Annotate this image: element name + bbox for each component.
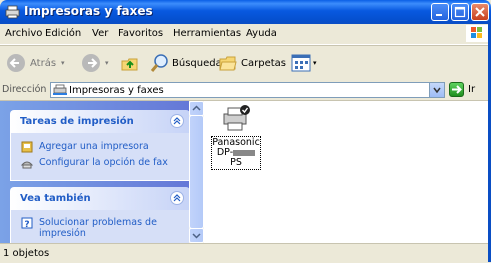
up-folder-icon <box>121 58 138 71</box>
troubleshoot-printing-link[interactable]: ? Solucionar problemas de impresión <box>21 217 171 239</box>
menu-ver[interactable]: Ver <box>92 28 108 39</box>
see-also-header[interactable]: Vea también <box>10 187 190 210</box>
see-also-title: Vea también <box>20 193 91 204</box>
add-printer-icon <box>21 141 33 153</box>
default-printer-icon <box>223 105 250 131</box>
address-bar: Dirección Impresoras y faxes Ir <box>0 80 491 101</box>
add-printer-link[interactable]: Agregar una impresora <box>21 141 149 153</box>
toolbar: Atrás ▾ ▾ Búsqueda Carpetas ▾ <box>0 45 491 81</box>
help-icon: ? <box>21 217 33 229</box>
back-label: Atrás <box>30 57 57 69</box>
window-title: Impresoras y faxes <box>24 4 153 18</box>
go-button[interactable] <box>449 82 464 97</box>
printer-tasks-title: Tareas de impresión <box>20 116 134 127</box>
printer-tasks-body: Agregar una impresora Configurar la opci… <box>10 133 190 181</box>
file-view[interactable]: Panasonic DP-PS <box>204 101 488 243</box>
printer-folder-icon <box>5 5 20 19</box>
scroll-down-button[interactable] <box>189 228 204 243</box>
address-value: Impresoras y faxes <box>69 85 164 96</box>
printer-tasks-panel: Tareas de impresión Agregar una impresor… <box>10 110 190 181</box>
collapse-chevron-icon[interactable] <box>170 114 184 128</box>
see-also-panel: Vea también ? Solucionar problemas de im… <box>10 187 190 243</box>
svg-text:?: ? <box>24 220 29 229</box>
chevron-down-icon <box>433 87 441 94</box>
forward-button[interactable]: ▾ <box>81 53 109 73</box>
menu-herramientas[interactable]: Herramientas <box>173 28 241 39</box>
collapse-chevron-icon[interactable] <box>170 191 184 205</box>
configure-fax-link[interactable]: Configurar la opción de fax <box>21 157 168 169</box>
printer-item[interactable]: Panasonic DP-PS <box>207 103 263 170</box>
explorer-window: Impresoras y faxes Archivo Edición Ver F… <box>0 0 491 263</box>
printer-name-label: Panasonic DP-PS <box>211 136 261 170</box>
configure-fax-label: Configurar la opción de fax <box>39 157 168 168</box>
search-icon <box>150 54 168 72</box>
troubleshoot-printing-label: Solucionar problemas de impresión <box>39 217 157 239</box>
printers-folder-icon <box>53 84 67 95</box>
printer-name-suffix: PS <box>230 157 242 168</box>
printer-name-line2: DP-PS <box>212 148 260 168</box>
back-arrow-icon <box>7 54 25 72</box>
menu-favoritos[interactable]: Favoritos <box>118 28 163 39</box>
go-arrow-icon <box>452 85 462 94</box>
maximize-icon <box>454 6 466 18</box>
chevron-down-icon <box>192 233 201 239</box>
close-icon <box>475 7 485 17</box>
status-bar: 1 objetos <box>0 243 488 263</box>
minimize-icon <box>436 14 442 16</box>
printer-tasks-header[interactable]: Tareas de impresión <box>10 110 190 133</box>
fax-icon <box>21 161 33 169</box>
go-label[interactable]: Ir <box>468 84 475 95</box>
folders-button[interactable]: Carpetas <box>218 53 286 73</box>
scroll-thumb[interactable] <box>189 115 204 229</box>
forward-dropdown-icon: ▾ <box>105 59 109 67</box>
views-dropdown-icon: ▾ <box>313 59 317 67</box>
forward-arrow-icon <box>82 54 100 72</box>
see-also-body: ? Solucionar problemas de impresión <box>10 210 190 243</box>
search-button[interactable]: Búsqueda <box>150 53 222 73</box>
back-button[interactable]: Atrás ▾ <box>6 53 65 73</box>
scroll-up-button[interactable] <box>189 101 204 116</box>
address-label: Dirección <box>2 84 47 95</box>
chevron-up-icon <box>192 105 201 111</box>
address-dropdown-button[interactable] <box>429 83 444 97</box>
windows-logo-icon <box>466 25 488 42</box>
add-printer-label: Agregar una impresora <box>39 141 149 152</box>
views-button[interactable]: ▾ <box>291 53 317 73</box>
folders-icon <box>219 56 237 71</box>
address-input[interactable]: Impresoras y faxes <box>50 82 445 98</box>
back-dropdown-icon: ▾ <box>61 59 65 67</box>
menu-edicion[interactable]: Edición <box>45 28 81 39</box>
title-bar[interactable]: Impresoras y faxes <box>0 0 491 24</box>
menu-ayuda[interactable]: Ayuda <box>246 28 277 39</box>
vertical-scrollbar[interactable] <box>189 101 204 243</box>
menu-bar: Archivo Edición Ver Favoritos Herramient… <box>0 24 491 45</box>
folders-label: Carpetas <box>241 57 286 69</box>
minimize-button[interactable] <box>431 3 449 21</box>
close-button[interactable] <box>471 3 489 21</box>
up-folder-button[interactable] <box>120 53 140 73</box>
task-pane: Tareas de impresión Agregar una impresor… <box>0 101 203 243</box>
menu-archivo[interactable]: Archivo <box>5 28 42 39</box>
status-text: 1 objetos <box>3 248 50 259</box>
search-label: Búsqueda <box>172 57 222 69</box>
views-icon <box>291 54 311 72</box>
maximize-button[interactable] <box>451 3 469 21</box>
redaction-mark <box>233 149 256 156</box>
